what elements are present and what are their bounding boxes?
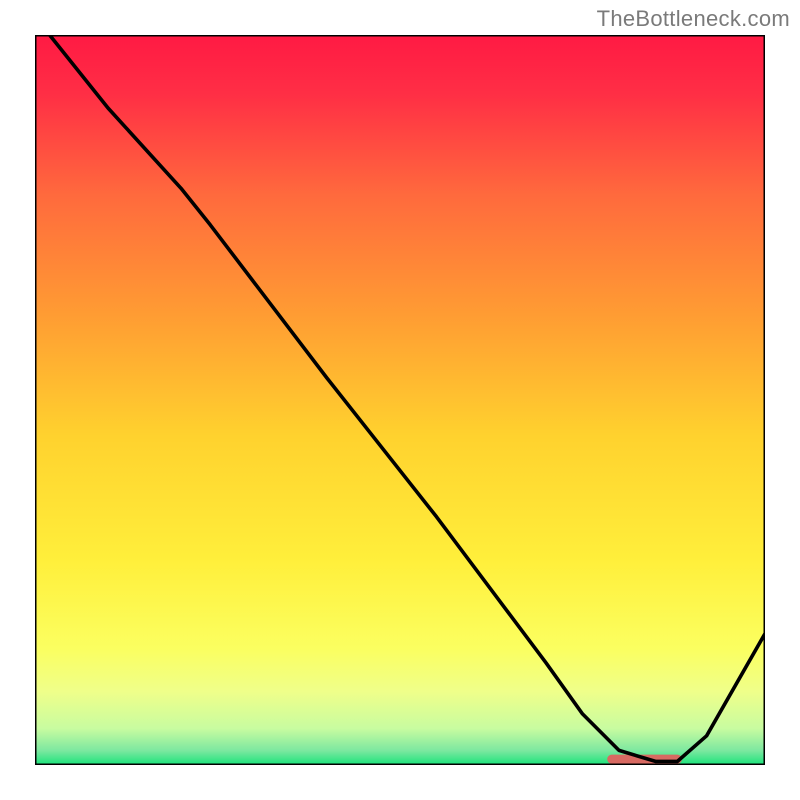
attribution-text: TheBottleneck.com <box>597 6 790 32</box>
chart-container: TheBottleneck.com <box>0 0 800 800</box>
plot-area <box>35 35 765 765</box>
chart-svg <box>35 35 765 765</box>
gradient-background <box>35 35 765 765</box>
